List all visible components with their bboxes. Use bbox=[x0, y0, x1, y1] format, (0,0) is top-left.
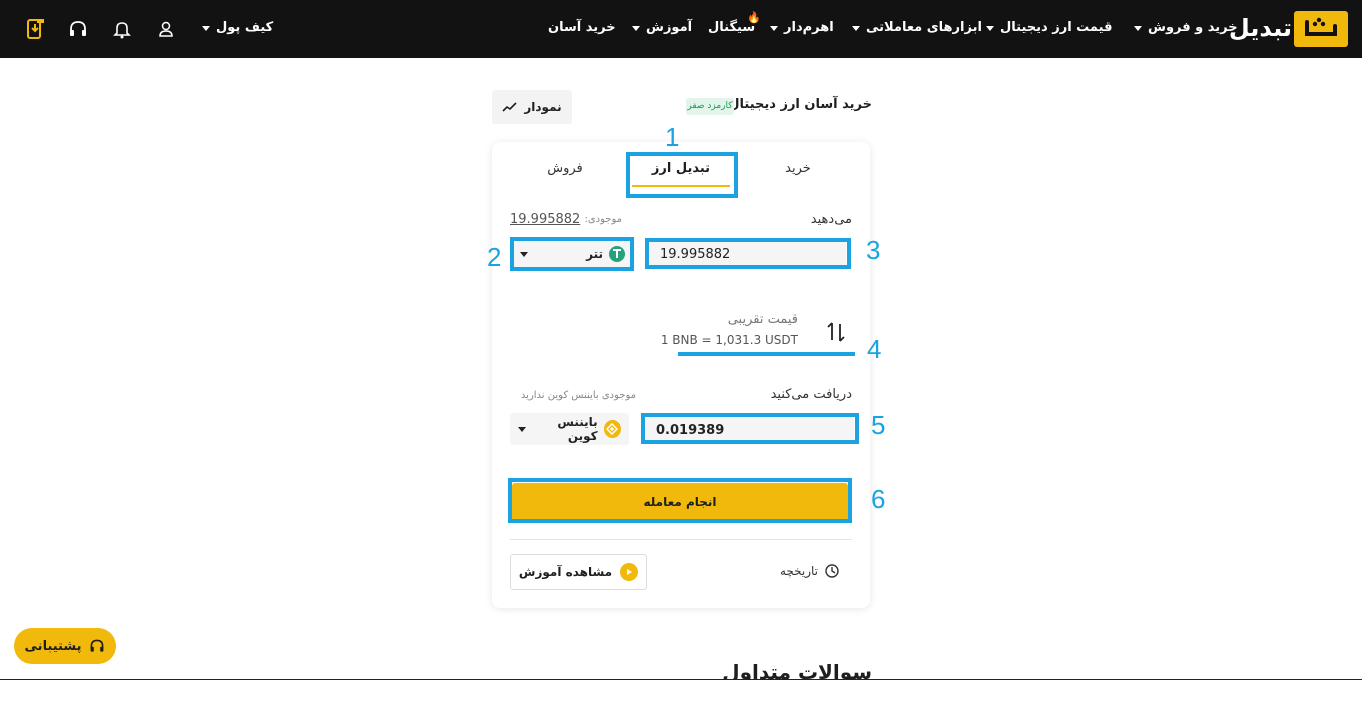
trade-card: خرید تبدیل ارز فروش می‌دهید موجودی: 19.9… bbox=[492, 142, 870, 608]
wallet-label: کیف پول bbox=[216, 20, 274, 35]
nav-item-trading-tools[interactable]: ابزارهای معاملاتی bbox=[852, 18, 982, 38]
rate-value: 1 BNB = 1,031.3 USDT bbox=[660, 333, 798, 347]
annotation-underline-4 bbox=[678, 352, 855, 356]
play-icon bbox=[620, 563, 639, 581]
top-navbar: تبدیل خرید و فروش قیمت ارز دیجیتال ابزار… bbox=[0, 0, 1362, 58]
nav-item-label: خرید آسان bbox=[548, 20, 616, 35]
tab-buy[interactable]: خرید bbox=[742, 147, 854, 191]
bottom-divider bbox=[0, 679, 1362, 680]
annotation-number-6: 6 bbox=[871, 484, 886, 514]
bell-icon[interactable] bbox=[110, 17, 134, 41]
nav-item-label: خرید و فروش bbox=[1148, 20, 1238, 35]
receive-balance-note: موجودی بایننس کوین ندارید bbox=[520, 390, 636, 401]
chevron-down-icon bbox=[986, 25, 994, 31]
annotation-number-2: 2 bbox=[487, 242, 502, 272]
tutorial-button[interactable]: مشاهده آموزش bbox=[510, 554, 647, 590]
annotation-number-1: 1 bbox=[665, 122, 680, 152]
headset-icon bbox=[91, 639, 104, 652]
receive-coin-name: بایننس کوین bbox=[557, 415, 598, 443]
page-title: خرید آسان ارز دیجیتال bbox=[728, 97, 872, 112]
tutorial-label: مشاهده آموزش bbox=[518, 565, 613, 579]
nav-item-easy-buy[interactable]: خرید آسان bbox=[548, 18, 616, 38]
support-button[interactable]: پشتیبانی bbox=[14, 628, 116, 664]
chevron-down-icon bbox=[1134, 25, 1142, 31]
support-label: پشتیبانی bbox=[24, 638, 82, 654]
trend-icon bbox=[502, 102, 517, 112]
history-icon bbox=[825, 564, 839, 578]
annotation-box-1 bbox=[626, 152, 738, 198]
annotation-number-5: 5 bbox=[871, 410, 886, 440]
nav-item-prices[interactable]: قیمت ارز دیجیتال bbox=[986, 18, 1112, 38]
annotation-box-3 bbox=[645, 238, 851, 269]
receive-coin: بایننس کوین bbox=[526, 415, 621, 443]
nav-item-signal[interactable]: سیگنال 🔥 bbox=[708, 11, 761, 38]
user-icon[interactable] bbox=[154, 17, 178, 41]
annotation-number-3: 3 bbox=[866, 235, 881, 265]
chevron-down-icon bbox=[518, 426, 526, 432]
zero-fee-badge: کارمزد صفر bbox=[686, 98, 734, 115]
nav-item-buy-sell[interactable]: خرید و فروش bbox=[1134, 18, 1238, 38]
chevron-down-icon bbox=[202, 25, 210, 31]
fire-icon: 🔥 bbox=[747, 11, 762, 24]
headset-icon[interactable] bbox=[66, 17, 90, 41]
chevron-down-icon bbox=[852, 25, 860, 31]
download-app-icon[interactable] bbox=[23, 17, 47, 41]
balance-label: موجودی: bbox=[584, 214, 622, 225]
history-label: تاریخچه bbox=[779, 564, 818, 578]
nav-item-label: قیمت ارز دیجیتال bbox=[1000, 20, 1113, 35]
nav-item-leverage[interactable]: اهرم‌دار bbox=[770, 18, 834, 38]
nav-item-label: ابزارهای معاملاتی bbox=[866, 20, 982, 35]
bnb-icon bbox=[603, 420, 621, 438]
balance-value[interactable]: 19.995882 bbox=[510, 212, 580, 227]
chart-button[interactable]: نمودار bbox=[492, 90, 572, 124]
nav-item-label: اهرم‌دار bbox=[784, 20, 834, 35]
receive-coin-select[interactable]: بایننس کوین bbox=[510, 413, 629, 445]
chevron-down-icon bbox=[632, 25, 640, 31]
tab-sell[interactable]: فروش bbox=[510, 147, 620, 191]
give-label: می‌دهید bbox=[810, 212, 852, 227]
annotation-box-5 bbox=[641, 413, 859, 444]
nav-item-label: سیگنال 🔥 bbox=[708, 11, 761, 38]
annotation-number-4: 4 bbox=[867, 334, 882, 364]
page-bottom bbox=[0, 680, 1362, 724]
card-divider bbox=[510, 539, 852, 540]
brand-logo-icon[interactable] bbox=[1294, 11, 1348, 47]
annotation-box-2 bbox=[510, 237, 634, 271]
swap-icon[interactable] bbox=[826, 320, 846, 344]
nav-item-education[interactable]: آموزش bbox=[632, 18, 692, 38]
receive-label: دریافت می‌کنید bbox=[770, 387, 852, 402]
chevron-down-icon bbox=[770, 25, 778, 31]
chart-button-label: نمودار bbox=[524, 100, 562, 114]
nav-item-label: آموزش bbox=[646, 20, 693, 35]
rate-label: قیمت تقریبی bbox=[727, 312, 798, 327]
wallet-menu[interactable]: کیف پول bbox=[202, 18, 273, 38]
annotation-box-6 bbox=[508, 478, 852, 523]
history-link[interactable]: تاریخچه bbox=[760, 561, 840, 581]
